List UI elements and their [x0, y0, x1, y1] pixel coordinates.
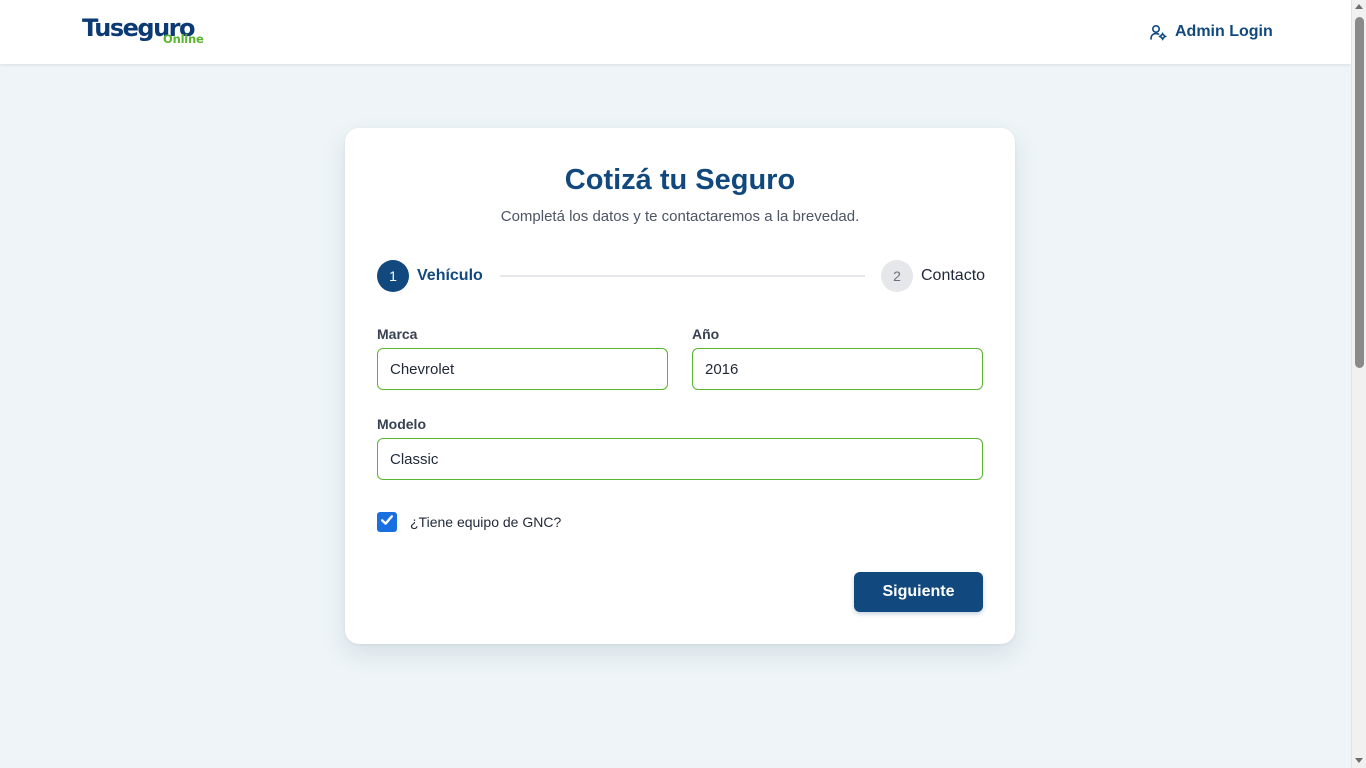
scroll-down-arrow-icon[interactable]: [1355, 758, 1363, 763]
top-navbar: Tuseguro Online Admin Login: [0, 0, 1351, 64]
scroll-up-arrow-icon[interactable]: [1355, 4, 1363, 9]
siguiente-button[interactable]: Siguiente: [854, 572, 983, 612]
form-stepper: 1 Vehículo 2 Contacto: [377, 260, 986, 292]
step-1-indicator: 1: [377, 260, 409, 292]
gnc-checkbox-label[interactable]: ¿Tiene equipo de GNC?: [410, 514, 561, 531]
step-1-label: Vehículo: [417, 267, 483, 284]
admin-login-link[interactable]: Admin Login: [1150, 20, 1273, 44]
gnc-checkbox[interactable]: [377, 512, 397, 532]
marca-input[interactable]: [377, 348, 668, 390]
modelo-label: Modelo: [377, 416, 426, 432]
admin-login-label: Admin Login: [1175, 23, 1273, 40]
page: Tuseguro Online Admin Login Cotizá tu Se…: [0, 0, 1366, 768]
step-2-indicator: 2: [881, 260, 913, 292]
user-gear-icon: [1150, 24, 1167, 41]
checkmark-icon: [380, 513, 394, 532]
marca-label: Marca: [377, 326, 418, 342]
form-subtitle: Completá los datos y te contactaremos a …: [500, 208, 860, 225]
quote-form-card: Cotizá tu Seguro Completá los datos y te…: [345, 128, 1015, 644]
logo[interactable]: Tuseguro Online: [82, 14, 206, 50]
vertical-scrollbar[interactable]: [1351, 0, 1366, 768]
anio-input[interactable]: [692, 348, 983, 390]
logo-sub-text: Online: [163, 32, 204, 46]
stepper-connector: [500, 275, 865, 277]
step-2-label: Contacto: [921, 267, 986, 284]
form-title: Cotizá tu Seguro: [564, 164, 796, 196]
modelo-input[interactable]: [377, 438, 983, 480]
scrollbar-thumb[interactable]: [1355, 17, 1364, 368]
anio-label: Año: [692, 326, 720, 342]
